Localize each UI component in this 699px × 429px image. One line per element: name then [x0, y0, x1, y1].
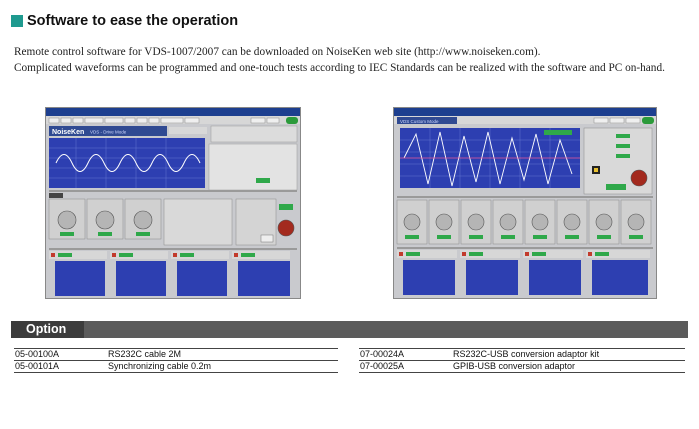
- part-number: 05-00100A: [15, 349, 60, 359]
- part-number: 07-00024A: [360, 349, 405, 359]
- part-description: RS232C-USB conversion adaptor kit: [453, 349, 600, 359]
- custom-mode-title-text: VDS Custom Mode: [400, 119, 439, 124]
- option-table-left: 05-00100A RS232C cable 2M 05-00101A Sync…: [14, 348, 338, 373]
- intro-line-2: Complicated waveforms can be programmed …: [14, 62, 665, 74]
- intro-line-1: Remote control software for VDS-1007/200…: [14, 46, 541, 58]
- intro-text: Remote control software for VDS-1007/200…: [14, 44, 689, 76]
- part-description: RS232C cable 2M: [108, 349, 182, 359]
- drive-mode-brand-text: NoiseKen: [52, 129, 84, 136]
- part-number: 05-00101A: [15, 361, 60, 371]
- heading-square-icon: [11, 15, 23, 27]
- table-row: 07-00025A GPIB-USB conversion adaptor: [359, 360, 685, 373]
- option-table-right: 07-00024A RS232C-USB conversion adaptor …: [359, 348, 685, 373]
- software-screenshot-drive-mode: NoiseKen VDS - Drive Mode: [45, 107, 301, 299]
- software-screenshot-custom-mode: VDS Custom Mode: [393, 107, 657, 299]
- table-row: 05-00100A RS232C cable 2M: [14, 348, 338, 360]
- drive-mode-screen-image: NoiseKen VDS - Drive Mode: [46, 108, 300, 298]
- section-title: Software to ease the operation: [27, 13, 239, 29]
- drive-mode-title-text: VDS - Drive Mode: [90, 130, 127, 135]
- table-row: 07-00024A RS232C-USB conversion adaptor …: [359, 348, 685, 360]
- section-heading: Software to ease the operation: [11, 12, 238, 30]
- option-heading: Option: [11, 321, 85, 338]
- part-description: GPIB-USB conversion adaptor: [453, 361, 576, 371]
- table-row: 05-00101A Synchronizing cable 0.2m: [14, 360, 338, 373]
- part-number: 07-00025A: [360, 361, 405, 371]
- part-description: Synchronizing cable 0.2m: [108, 361, 212, 371]
- custom-mode-screen-image: VDS Custom Mode: [394, 108, 656, 298]
- option-section-bar: Option: [11, 321, 688, 338]
